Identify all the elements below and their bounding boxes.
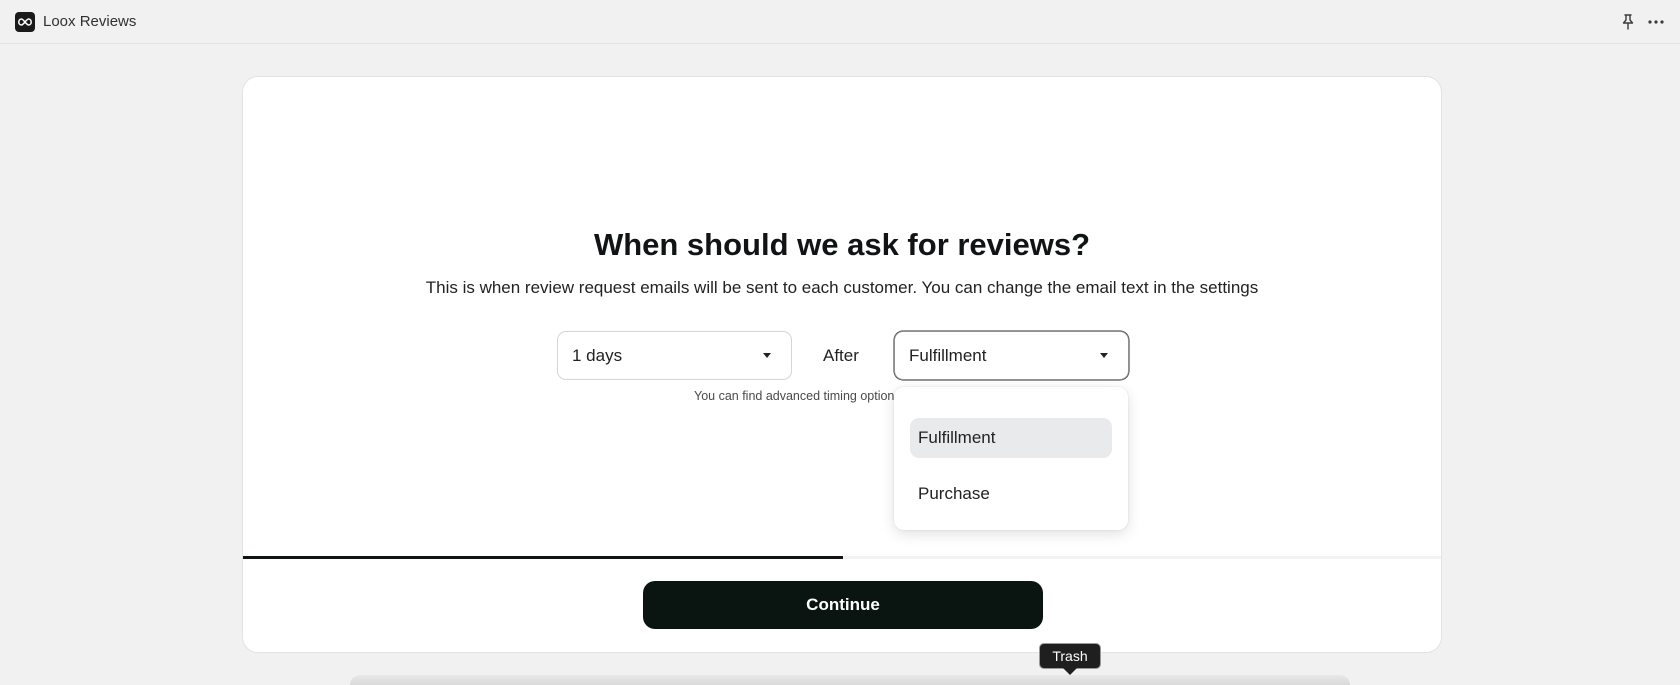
dropdown-option-label: Purchase xyxy=(918,484,990,503)
trigger-event-select[interactable]: Fulfillment xyxy=(894,331,1129,380)
dropdown-option-fulfillment[interactable]: Fulfillment xyxy=(910,418,1112,458)
continue-button[interactable]: Continue xyxy=(643,581,1043,629)
dropdown-option-label: Fulfillment xyxy=(918,428,996,447)
pin-icon[interactable] xyxy=(1618,12,1638,32)
trigger-event-value: Fulfillment xyxy=(909,345,987,365)
tooltip-arrow xyxy=(1063,668,1077,675)
delay-days-select[interactable]: 1 days xyxy=(557,331,792,380)
more-horizontal-icon[interactable] xyxy=(1645,12,1667,32)
progress-bar xyxy=(243,556,1441,559)
trash-tooltip: Trash xyxy=(1039,643,1101,669)
onboarding-card: When should we ask for reviews? This is … xyxy=(242,76,1442,653)
trigger-event-dropdown: Fulfillment Purchase xyxy=(894,387,1128,530)
caret-down-icon xyxy=(1100,353,1108,358)
delay-days-value: 1 days xyxy=(572,345,623,365)
after-label: After xyxy=(823,346,859,365)
app-title-bar: Loox Reviews xyxy=(0,0,1680,44)
page-title: When should we ask for reviews? xyxy=(593,227,1091,262)
infinity-icon xyxy=(15,12,35,32)
dock xyxy=(350,675,1350,685)
caret-down-icon xyxy=(763,353,771,358)
advanced-timing-hint: You can find advanced timing options xyxy=(694,389,894,403)
progress-fill xyxy=(243,556,843,559)
app-title: Loox Reviews xyxy=(43,13,137,30)
page-subtitle: This is when review request emails will … xyxy=(425,278,1259,297)
dropdown-option-purchase[interactable]: Purchase xyxy=(910,474,1112,514)
